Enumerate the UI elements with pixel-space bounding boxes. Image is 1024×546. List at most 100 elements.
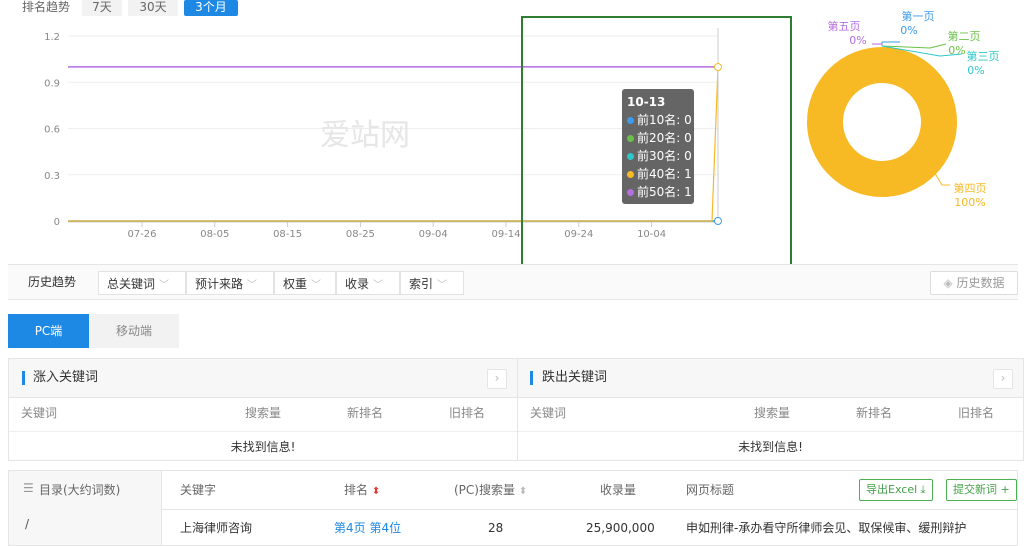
pie-label-page3: 第三页 — [967, 49, 1000, 63]
pie-label-page1: 第一页 — [902, 9, 935, 23]
tooltip-row: 前50名: 1 — [627, 183, 692, 201]
tooltip-value: 0 — [684, 113, 692, 127]
pie-label-page4: 第四页 — [954, 181, 987, 195]
history-icon: ◈ — [943, 276, 953, 290]
column-header: 关键字 — [180, 483, 217, 497]
dropdown-label: 总关键词 — [107, 277, 156, 291]
column-header: 新排名 — [347, 406, 384, 420]
label-leader — [872, 43, 883, 46]
label-leader — [881, 41, 900, 46]
chevron-down-icon: ﹀ — [159, 280, 170, 291]
column-label: 排名 — [344, 483, 369, 497]
tooltip-row: 前20名: 0 — [627, 129, 692, 147]
y-tick-label: 1.2 — [44, 32, 60, 43]
x-tick-label: 09-04 — [419, 229, 448, 240]
column-header: 旧排名 — [449, 406, 486, 420]
legend-dot-icon — [627, 189, 634, 196]
indexed-dropdown[interactable]: 收录 ﹀ — [336, 271, 400, 295]
tooltip-value: 1 — [684, 185, 692, 199]
keyword-cell[interactable]: 上海律师咨询 — [180, 510, 252, 546]
column-header: 收录量 — [600, 483, 637, 497]
history-trend-label: 历史趋势 — [28, 275, 77, 289]
column-header: 关键词 — [530, 406, 567, 420]
lost-keywords-panel: 跌出关键词 › 关键词 搜索量 新排名 旧排名 未找到信息! — [518, 358, 1024, 461]
pie-value-page2: 0% — [948, 44, 965, 57]
tooltip-value: 0 — [684, 149, 692, 163]
tooltip-value: 0 — [684, 131, 692, 145]
y-tick-label: 0.3 — [44, 171, 60, 182]
tab-mobile[interactable]: 移动端 — [89, 314, 179, 348]
chevron-right-icon[interactable]: › — [487, 369, 507, 389]
x-tick-label: 08-05 — [200, 229, 229, 240]
chart-tooltip: 10-13 前10名: 0 前20名: 0 前30名: 0 前40名: 1 前5… — [622, 89, 694, 204]
panel-header: 跌出关键词 › — [518, 359, 1023, 398]
donut-slice-page4 — [807, 47, 957, 197]
submit-keyword-button[interactable]: 提交新词 + — [946, 479, 1017, 501]
chevron-down-icon: ﹀ — [247, 280, 258, 291]
tooltip-value: 1 — [684, 167, 692, 181]
empty-message: 未找到信息! — [518, 431, 1023, 462]
hover-point-top40 — [714, 63, 722, 71]
tab-pc[interactable]: PC端 — [8, 314, 89, 348]
legend-dot-icon — [627, 117, 634, 124]
column-label: (PC)搜索量 — [454, 483, 515, 497]
x-tick-label: 07-26 — [127, 229, 156, 240]
tooltip-label: 前50名 — [637, 185, 677, 199]
pie-value-page3: 0% — [967, 64, 984, 77]
pie-value-page1: 0% — [900, 24, 917, 37]
gained-keywords-panel: 涨入关键词 › 关键词 搜索量 新排名 旧排名 未找到信息! — [8, 358, 518, 461]
x-tick-label: 09-14 — [491, 229, 520, 240]
legend-dot-icon — [627, 135, 634, 142]
tooltip-label: 前10名 — [637, 113, 677, 127]
panel-title: 涨入关键词 — [33, 370, 99, 385]
pie-label-page2: 第二页 — [948, 29, 981, 43]
x-tick-label: 08-25 — [346, 229, 375, 240]
legend-dot-icon — [627, 171, 634, 178]
chevron-right-icon[interactable]: › — [993, 369, 1013, 389]
tooltip-row: 前30名: 0 — [627, 147, 692, 165]
column-header: 新排名 — [856, 406, 893, 420]
tooltip-label: 前30名 — [637, 149, 677, 163]
y-axis-ticks: 0 0.3 0.6 0.9 1.2 — [44, 32, 60, 228]
indexed-cell: 25,900,000 — [586, 521, 655, 535]
catalog-panel: ☰ 目录(大约词数) / — [8, 470, 162, 546]
history-data-button[interactable]: ◈ 历史数据 — [930, 271, 1018, 295]
keyword-results-table: 关键字 排名 ⬍ (PC)搜索量 ⬍ 收录量 网页标题 导出Excel ⤓ 提交… — [162, 470, 1018, 546]
history-data-label: 历史数据 — [956, 276, 1005, 290]
tooltip-date: 10-13 — [627, 95, 666, 109]
panel-header: 涨入关键词 › — [9, 359, 517, 398]
tooltip-row: 前40名: 1 — [627, 165, 692, 183]
column-header-sortable[interactable]: 排名 ⬍ — [344, 471, 380, 511]
dropdown-label: 收录 — [345, 277, 370, 291]
button-label: 导出Excel — [866, 483, 918, 496]
watermark-text: 爱站网 — [320, 118, 410, 153]
y-tick-label: 0.6 — [44, 125, 60, 136]
legend-dot-icon — [627, 153, 634, 160]
chevron-down-icon: ﹀ — [437, 280, 448, 291]
pie-label-page5: 第五页 — [828, 19, 861, 33]
tooltip-row: 前10名: 0 — [627, 111, 692, 129]
chevron-down-icon: ﹀ — [311, 280, 322, 291]
estimated-traffic-dropdown[interactable]: 预计来路 ﹀ — [186, 271, 274, 295]
download-icon: ⤓ — [920, 483, 926, 496]
index-dropdown[interactable]: 索引 ﹀ — [400, 271, 464, 295]
pie-value-page5: 0% — [849, 34, 866, 47]
column-header-sortable[interactable]: (PC)搜索量 ⬍ — [454, 471, 527, 511]
column-header: 关键词 — [21, 406, 58, 420]
catalog-item[interactable]: / — [25, 509, 29, 539]
button-label: 提交新词 — [953, 483, 997, 496]
empty-message: 未找到信息! — [9, 431, 517, 462]
weight-dropdown[interactable]: 权重 ﹀ — [274, 271, 336, 295]
sort-icon: ⬍ — [371, 486, 381, 497]
export-excel-button[interactable]: 导出Excel ⤓ — [859, 479, 933, 501]
history-filter-bar: 历史趋势 总关键词 ﹀ 预计来路 ﹀ 权重 ﹀ 收录 ﹀ 索引 ﹀ ◈ 历史数据 — [8, 264, 1018, 300]
chevron-down-icon: ﹀ — [373, 280, 384, 291]
column-header: 旧排名 — [958, 406, 995, 420]
rank-cell[interactable]: 第4页 第4位 — [334, 510, 401, 546]
plus-icon: + — [1000, 483, 1010, 496]
accent-bar — [530, 371, 533, 385]
total-keywords-dropdown[interactable]: 总关键词 ﹀ — [98, 271, 186, 295]
pie-value-page4: 100% — [954, 196, 985, 209]
x-tick-label: 09-24 — [564, 229, 593, 240]
dropdown-label: 权重 — [283, 277, 308, 291]
